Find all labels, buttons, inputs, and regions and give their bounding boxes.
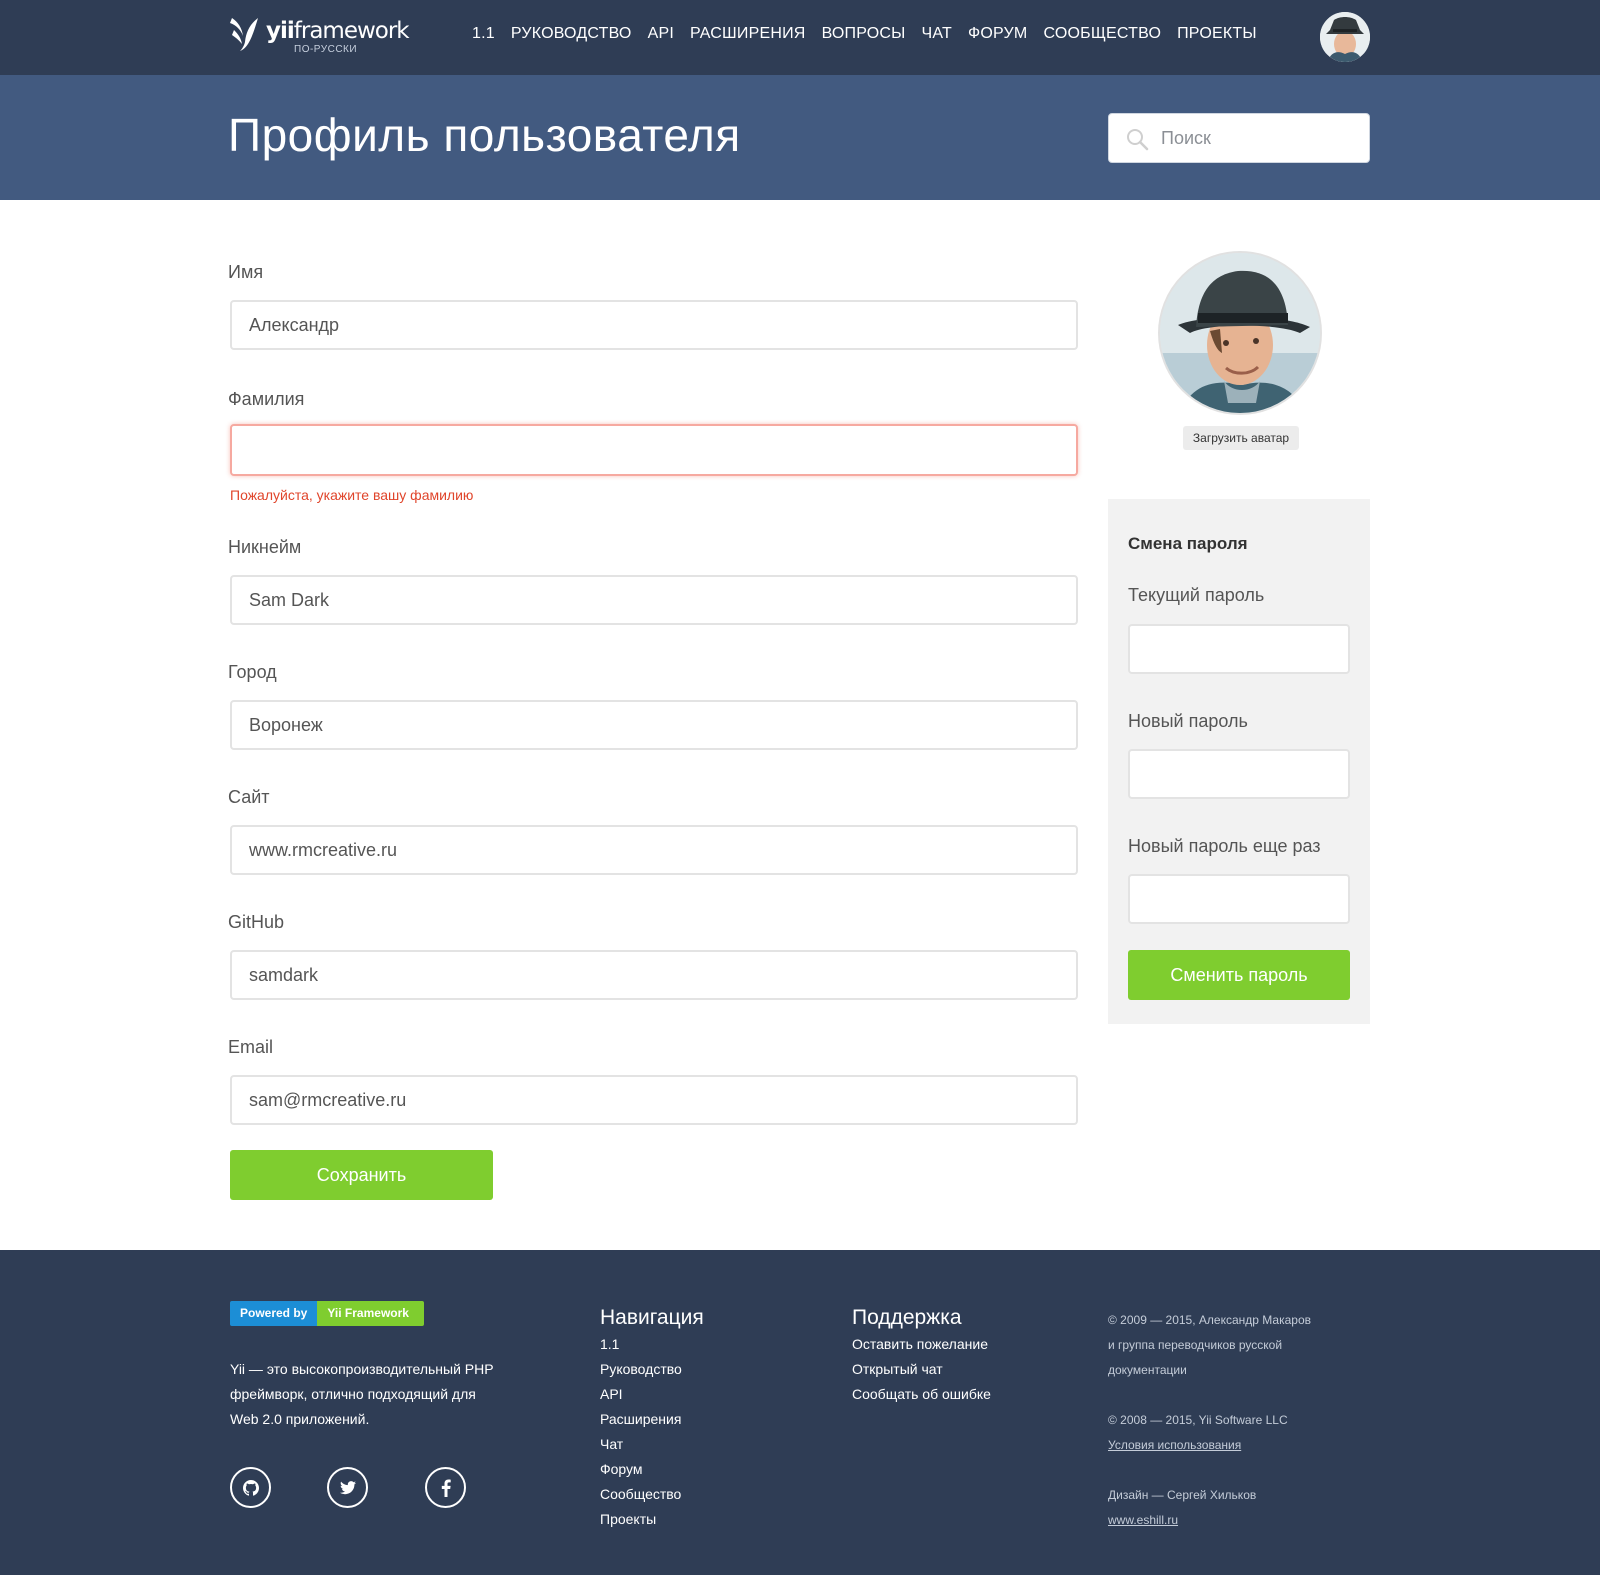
footer: Powered by Yii Framework Yii — это высок… [0,1250,1600,1575]
profile-avatar [1158,251,1322,415]
new-password-field[interactable] [1128,749,1350,799]
footer-designer-link[interactable]: www.eshill.ru [1108,1513,1178,1527]
nav-item-projects[interactable]: Проекты [1177,25,1257,43]
twitter-link[interactable] [327,1467,368,1508]
nav-item-community[interactable]: Сообщество [1043,25,1161,43]
search-input[interactable] [1161,124,1356,152]
nav-item-forum[interactable]: Форум [968,25,1027,43]
nav-item-1-1[interactable]: 1.1 [472,25,495,43]
user-avatar[interactable] [1320,12,1370,62]
yii-logo-icon [230,18,258,51]
footer-copyright-line-1: © 2009 — 2015, Александр Макаров [1108,1313,1311,1327]
footer-support-feedback[interactable]: Оставить пожелание [852,1336,988,1352]
website-field[interactable] [230,825,1078,875]
github-field[interactable] [230,950,1078,1000]
powered-by-name: Yii Framework [317,1301,424,1326]
last-name-label: Фамилия [228,389,305,409]
repeat-password-label: Новый пароль еще раз [1128,836,1321,856]
first-name-label: Имя [228,262,264,282]
last-name-field[interactable] [230,424,1078,476]
footer-copyright-line-2: и группа переводчиков русской [1108,1338,1283,1352]
footer-nav-extensions[interactable]: Расширения [600,1411,681,1427]
footer-nav-chat[interactable]: Чат [600,1436,623,1452]
logo-subtitle: ПО-РУССКИ [294,44,358,55]
main-menu: 1.1 Руководство API Расширения Вопросы Ч… [472,25,1273,43]
user-avatar-image [1320,12,1370,62]
footer-nav-forum[interactable]: Форум [600,1461,643,1477]
powered-by-label: Powered by [230,1301,318,1326]
facebook-link[interactable] [425,1467,466,1508]
search-icon [1127,129,1149,151]
twitter-icon [339,1480,356,1494]
search-box[interactable] [1108,113,1370,163]
footer-nav-title: Навигация [600,1306,704,1329]
logo[interactable]: yiiframework ПО-РУССКИ [228,16,410,60]
nav-item-questions[interactable]: Вопросы [822,25,906,43]
first-name-field[interactable] [230,300,1078,350]
email-label: Email [228,1037,274,1057]
nickname-field[interactable] [230,575,1078,625]
current-password-label: Текущий пароль [1128,585,1265,605]
footer-nav-1-1[interactable]: 1.1 [600,1336,619,1352]
footer-nav-guide[interactable]: Руководство [600,1361,682,1377]
city-field[interactable] [230,700,1078,750]
github-link[interactable] [230,1467,271,1508]
page-title: Профиль пользователя [228,109,741,161]
footer-nav-community[interactable]: Сообщество [600,1486,681,1502]
powered-by-badge[interactable]: Powered by Yii Framework [230,1301,424,1326]
current-password-field[interactable] [1128,624,1350,674]
profile-avatar-image [1160,253,1320,413]
upload-avatar-button[interactable]: Загрузить аватар [1183,426,1299,450]
repeat-password-field[interactable] [1128,874,1350,924]
top-navbar: yiiframework ПО-РУССКИ 1.1 Руководство A… [0,0,1600,75]
github-label: GitHub [228,912,285,932]
logo-wordmark: yiiframework [266,18,410,44]
save-button[interactable]: Сохранить [230,1150,493,1200]
footer-terms-link[interactable]: Условия использования [1108,1438,1241,1452]
new-password-label: Новый пароль [1128,711,1248,731]
footer-support-bug[interactable]: Сообщать об ошибке [852,1386,991,1402]
nav-item-api[interactable]: API [648,25,674,43]
footer-copyright-yii: © 2008 — 2015, Yii Software LLC [1108,1413,1288,1427]
change-password-panel: Смена пароля Текущий пароль Новый пароль… [1108,499,1370,1024]
nav-item-extensions[interactable]: Расширения [690,25,806,43]
footer-about: Yii — это высокопроизводительный PHP фре… [230,1361,494,1427]
change-password-button[interactable]: Сменить пароль [1128,950,1350,1000]
github-icon [242,1479,259,1496]
last-name-error: Пожалуйста, укажите вашу фамилию [230,487,474,503]
email-field[interactable] [230,1075,1078,1125]
footer-nav-api[interactable]: API [600,1386,623,1402]
city-label: Город [228,662,277,682]
footer-nav-projects[interactable]: Проекты [600,1511,656,1527]
footer-copyright-line-3: документации [1108,1363,1187,1377]
change-password-title: Смена пароля [1128,534,1248,553]
facebook-icon [441,1479,451,1497]
footer-support-title: Поддержка [852,1306,962,1329]
nav-item-guide[interactable]: Руководство [511,25,632,43]
nav-item-chat[interactable]: Чат [922,25,952,43]
nickname-label: Никнейм [228,537,302,557]
footer-support-chat[interactable]: Открытый чат [852,1361,943,1377]
footer-design-credit: Дизайн — Сергей Хильков [1108,1488,1257,1502]
website-label: Сайт [228,787,270,807]
